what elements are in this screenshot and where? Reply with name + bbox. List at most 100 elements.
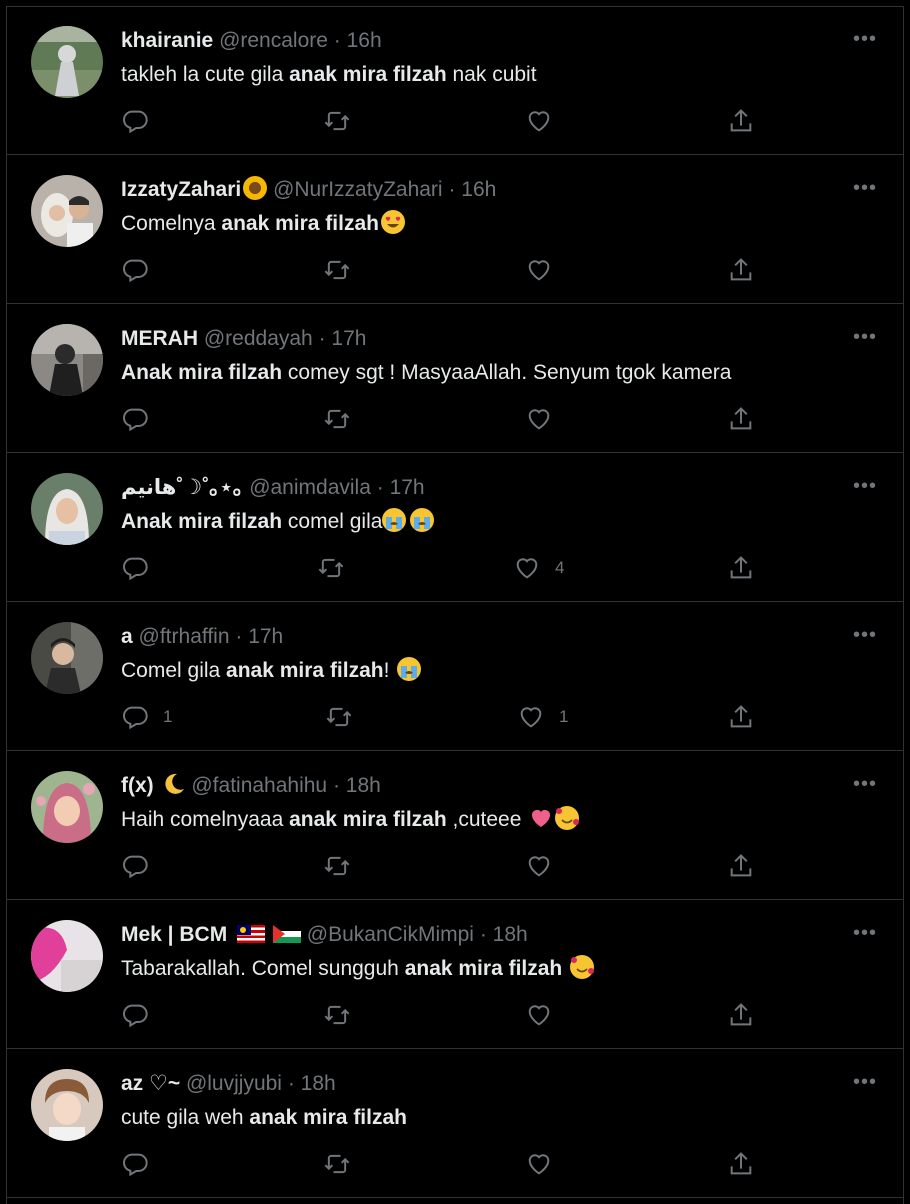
handle[interactable]: @animdavila <box>249 476 371 499</box>
more-options-icon[interactable]: ••• <box>853 922 877 945</box>
display-name[interactable]: f(x) <box>121 774 154 797</box>
share-button[interactable] <box>727 1149 755 1179</box>
retweet-button[interactable] <box>317 553 345 583</box>
retweet-button[interactable] <box>323 1149 351 1179</box>
avatar[interactable] <box>31 175 103 247</box>
reply-button[interactable] <box>121 404 163 434</box>
action-bar <box>121 1000 781 1030</box>
share-button[interactable] <box>727 106 755 136</box>
tweet[interactable]: a @ftrhaffin · 17h ••• Comel gila anak m… <box>7 602 903 751</box>
tweet-feed: khairanie @rencalore · 16h ••• takleh la… <box>6 6 904 1204</box>
avatar[interactable] <box>31 324 103 396</box>
share-icon <box>730 556 752 579</box>
tweet-text: Comel gila anak mira filzah! <box>121 657 422 685</box>
more-options-icon[interactable]: ••• <box>853 28 877 51</box>
handle[interactable]: @fatinahahihu <box>191 774 327 797</box>
more-options-icon[interactable]: ••• <box>853 773 877 796</box>
avatar[interactable] <box>31 1069 103 1141</box>
more-options-icon[interactable]: ••• <box>853 326 877 349</box>
tweet[interactable]: Mek | BCM @BukanCikMimpi · 18h ••• Tabar… <box>7 900 903 1049</box>
reply-button[interactable] <box>121 106 163 136</box>
reply-button[interactable] <box>121 851 163 881</box>
more-options-icon[interactable]: ••• <box>853 624 877 647</box>
timestamp[interactable]: 17h <box>331 327 366 350</box>
retweet-button[interactable] <box>325 702 353 732</box>
handle[interactable]: @BukanCikMimpi <box>307 923 474 946</box>
like-button[interactable] <box>525 106 567 136</box>
like-button[interactable] <box>525 404 567 434</box>
share-button[interactable] <box>727 255 755 285</box>
action-bar: 1 1 <box>121 702 781 732</box>
timestamp[interactable]: 18h <box>346 774 381 797</box>
tweet[interactable]: MERAH @reddayah · 17h ••• Anak mira filz… <box>7 304 903 453</box>
malaysia-flag-icon <box>237 925 266 943</box>
reply-icon <box>123 110 148 134</box>
avatar[interactable] <box>31 26 103 98</box>
share-button[interactable] <box>727 1000 755 1030</box>
timestamp[interactable]: 17h <box>248 625 283 648</box>
reply-button[interactable] <box>121 1000 163 1030</box>
display-name[interactable]: IzzatyZahari <box>121 178 241 201</box>
display-name[interactable]: Mek | BCM <box>121 923 227 946</box>
like-button[interactable]: 4 <box>513 553 564 583</box>
reply-button[interactable] <box>121 1149 163 1179</box>
share-button[interactable] <box>727 404 755 434</box>
like-button[interactable] <box>525 1000 567 1030</box>
like-count: 4 <box>555 558 565 577</box>
like-button[interactable] <box>525 255 567 285</box>
handle[interactable]: @ftrhaffin <box>139 625 230 648</box>
heart-icon <box>520 707 542 728</box>
tweet[interactable]: f(x) @fatinahahihu · 18h ••• Haih comeln… <box>7 751 903 900</box>
handle[interactable]: @reddayah <box>204 327 313 350</box>
share-icon <box>730 258 752 281</box>
heart-icon <box>528 260 550 281</box>
like-button[interactable]: 1 <box>517 702 568 732</box>
more-options-icon[interactable]: ••• <box>853 177 877 200</box>
heart-icon <box>528 1154 550 1175</box>
handle[interactable]: @luvjjyubi <box>186 1072 282 1095</box>
tweet[interactable]: khairanie @rencalore · 16h ••• takleh la… <box>7 6 903 155</box>
tweet-header: MERAH @reddayah · 17h <box>121 327 367 350</box>
share-button[interactable] <box>727 553 755 583</box>
retweet-button[interactable] <box>323 851 351 881</box>
tweet-text: takleh la cute gila anak mira filzah nak… <box>121 63 537 86</box>
like-button[interactable] <box>525 1149 567 1179</box>
timestamp[interactable]: 18h <box>301 1072 336 1095</box>
avatar[interactable] <box>31 920 103 992</box>
more-options-icon[interactable]: ••• <box>853 1071 877 1094</box>
like-button[interactable] <box>525 851 567 881</box>
display-name[interactable]: MERAH <box>121 327 198 350</box>
avatar[interactable] <box>31 622 103 694</box>
timestamp[interactable]: 16h <box>461 178 496 201</box>
action-bar <box>121 255 781 285</box>
share-button[interactable] <box>727 702 755 732</box>
display-name[interactable]: khairanie <box>121 29 213 52</box>
tweet[interactable]: IzzatyZahari @NurIzzatyZahari · 16h ••• … <box>7 155 903 304</box>
timestamp[interactable]: 17h <box>390 476 425 499</box>
handle[interactable]: @NurIzzatyZahari <box>273 178 443 201</box>
retweet-button[interactable] <box>323 404 351 434</box>
tweet[interactable]: هانيم˚☽˚｡⋆｡ @animdavila · 17h ••• Anak m… <box>7 453 903 602</box>
share-button[interactable] <box>727 851 755 881</box>
reply-button[interactable]: 1 <box>121 702 172 732</box>
reply-button[interactable] <box>121 255 163 285</box>
tweet-header: f(x) @fatinahahihu · 18h <box>121 773 381 797</box>
display-name[interactable]: هانيم˚☽˚｡⋆｡ <box>121 476 243 499</box>
heart-icon <box>528 111 550 132</box>
retweet-icon <box>324 111 350 131</box>
retweet-button[interactable] <box>323 106 351 136</box>
more-options-icon[interactable]: ••• <box>853 475 877 498</box>
tweet[interactable]: az ♡~ @luvjjyubi · 18h ••• cute gila weh… <box>7 1049 903 1198</box>
retweet-button[interactable] <box>323 1000 351 1030</box>
reply-button[interactable] <box>121 553 163 583</box>
display-name[interactable]: a <box>121 625 133 648</box>
retweet-icon <box>324 1005 350 1025</box>
handle[interactable]: @rencalore <box>219 29 328 52</box>
timestamp[interactable]: 18h <box>493 923 528 946</box>
avatar[interactable] <box>31 771 103 843</box>
retweet-button[interactable] <box>323 255 351 285</box>
avatar[interactable] <box>31 473 103 545</box>
display-name[interactable]: az ♡~ <box>121 1072 180 1095</box>
reply-icon <box>123 1004 148 1028</box>
timestamp[interactable]: 16h <box>347 29 382 52</box>
